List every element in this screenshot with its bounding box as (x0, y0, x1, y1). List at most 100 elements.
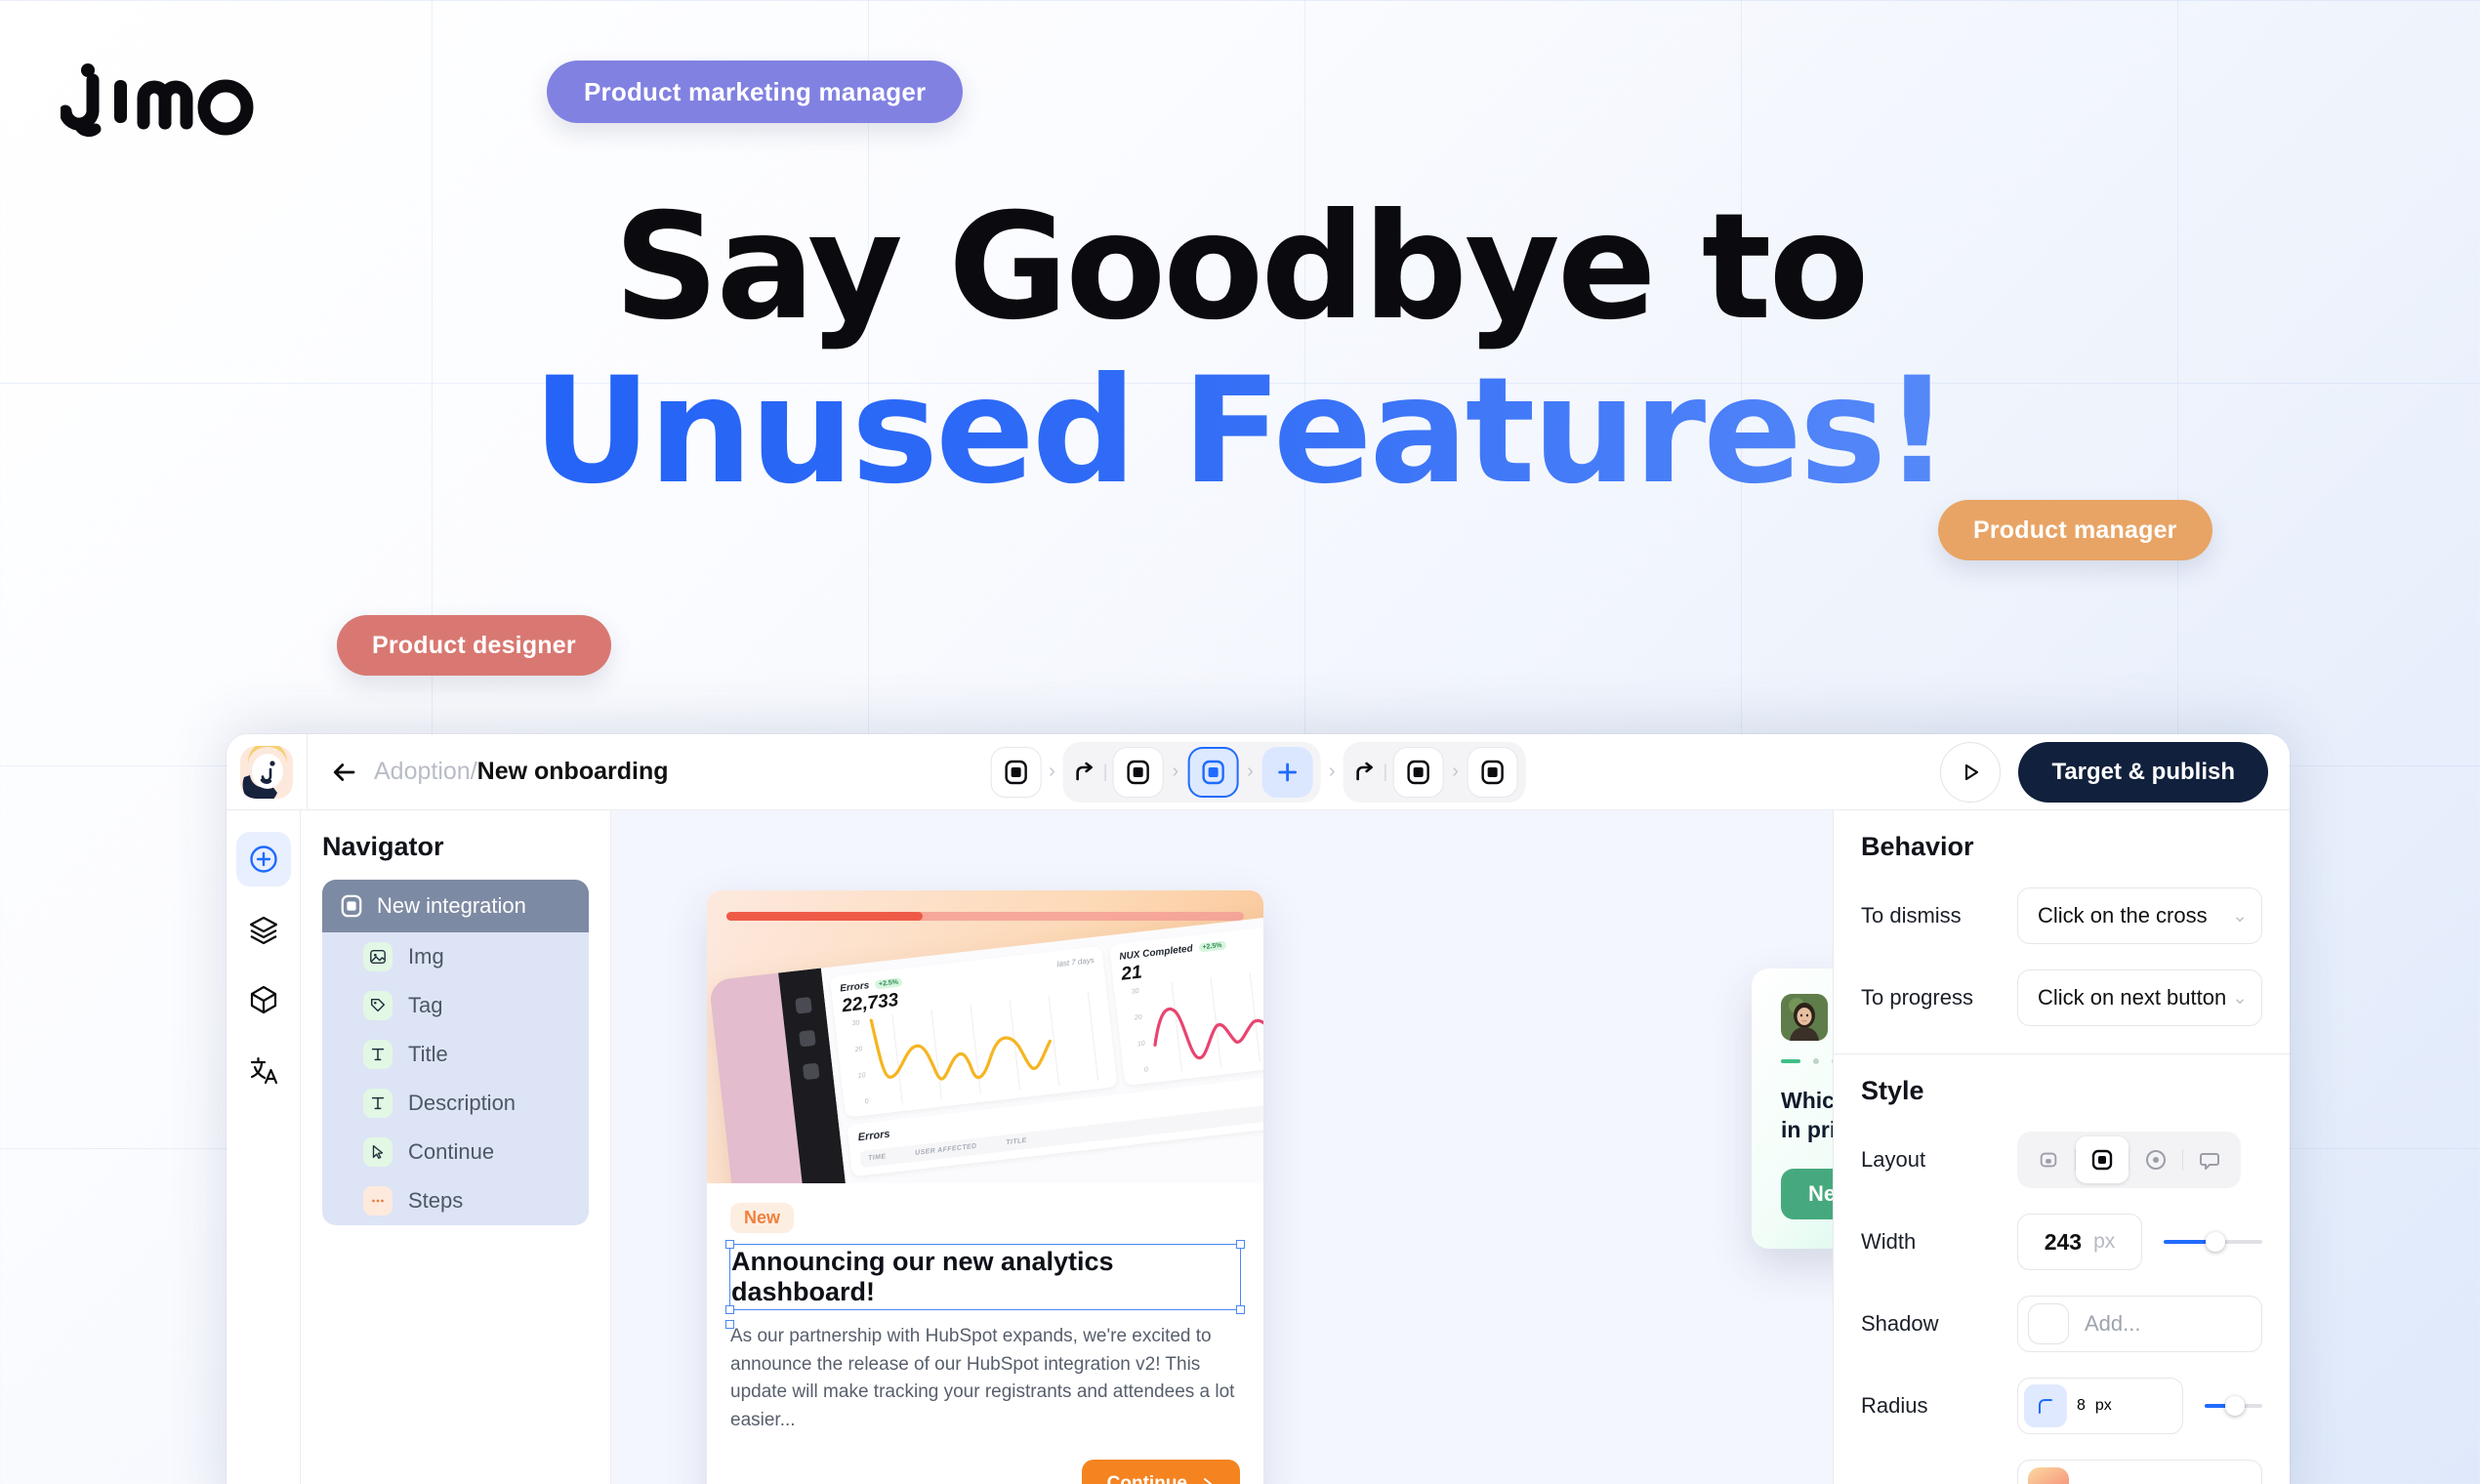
dismiss-select[interactable]: Click on the cross ⌄ (2017, 887, 2262, 944)
step-button-selected[interactable] (1187, 746, 1239, 798)
survey-next-button[interactable]: Next (1781, 1168, 1833, 1219)
resize-handle-bottom-right[interactable] (1236, 1305, 1245, 1314)
width-value: 243 (2044, 1228, 2083, 1255)
y-tick: 10 (857, 1072, 866, 1080)
play-icon (1965, 763, 1979, 780)
persona-badge-product-marketing-manager[interactable]: Product marketing manager (547, 61, 964, 123)
image-icon (363, 942, 393, 971)
editor-canvas: Errors +2.5% last 7 days 22,733 30 20 10… (611, 810, 1833, 1484)
add-step-button[interactable] (1261, 746, 1313, 798)
navigator-item-label: Continue (408, 1139, 495, 1164)
layout-option-tooltip[interactable] (2183, 1136, 2236, 1183)
shadow-label: Shadow (1861, 1311, 1939, 1336)
survey-popup[interactable]: Beth Grant PM @Piedpiepier Which data wo… (1752, 969, 1833, 1249)
rail-button-layers[interactable] (236, 902, 291, 957)
resize-handle-top-right[interactable] (1236, 1240, 1245, 1249)
navigator-item-label: Title (408, 1042, 448, 1066)
navigator-item-steps[interactable]: Steps (322, 1176, 589, 1225)
y-tick: 10 (1137, 1040, 1146, 1049)
step-button-1[interactable] (990, 746, 1042, 798)
modal-icon (1406, 760, 1429, 784)
radius-slider-knob[interactable] (2224, 1396, 2245, 1416)
navigator-item-description[interactable]: Description (322, 1079, 589, 1128)
metric-card-nux: NUX Completed +2.5% last 7 days 21 30 2 (1109, 914, 1263, 1087)
resize-handle-description[interactable] (725, 1320, 734, 1329)
small-modal-icon (2040, 1152, 2057, 1168)
shadow-color-swatch[interactable] (2028, 1303, 2069, 1344)
resize-handle-top-left[interactable] (725, 1240, 734, 1249)
arrow-left-icon[interactable] (329, 758, 358, 787)
layout-segmented-control (2017, 1132, 2241, 1188)
persona-badge-label: Product manager (1973, 515, 2177, 544)
survey-progress-dots (1781, 1058, 1833, 1064)
chevron-right-icon (1204, 1478, 1212, 1484)
progress-select[interactable]: Click on next button ⌄ (2017, 969, 2262, 1026)
width-input[interactable]: 243 px (2017, 1214, 2142, 1270)
preview-modal-card[interactable]: Errors +2.5% last 7 days 22,733 30 20 10… (707, 890, 1263, 1484)
preview-title-selected[interactable]: Announcing our new analytics dashboard! (725, 1240, 1245, 1314)
properties-panel: Behavior To dismiss Click on the cross ⌄… (1833, 810, 2290, 1484)
persona-badge-product-designer[interactable]: Product designer (337, 615, 611, 676)
cursor-icon (363, 1137, 393, 1167)
persona-badge-label: Product marketing manager (584, 76, 927, 106)
app-window: Adoption/New onboarding › | › › › | › Ta… (227, 734, 2290, 1484)
panel-divider (1834, 1053, 2290, 1054)
navigator-item-tag[interactable]: Tag (322, 981, 589, 1030)
breadcrumb-parent[interactable]: Adoption (374, 758, 471, 785)
shadow-placeholder: Add... (2085, 1311, 2141, 1336)
navigator-panel: Navigator New integration Img Tag Title … (301, 810, 611, 1484)
color-swatch[interactable] (2028, 1467, 2069, 1484)
y-tick: 30 (1131, 987, 1140, 996)
text-icon (363, 1089, 393, 1118)
step-button-4[interactable] (1467, 746, 1518, 798)
navigator-item-continue[interactable]: Continue (322, 1128, 589, 1176)
resize-handle-bottom-left[interactable] (725, 1305, 734, 1314)
preview-tag-badge: New (730, 1203, 795, 1233)
tooltip-icon (2200, 1153, 2219, 1170)
color-input[interactable] (2017, 1460, 2262, 1484)
layout-option-large-modal[interactable] (2076, 1136, 2129, 1183)
headline-line-1: Say Goodbye to (613, 183, 1869, 352)
plus-icon (1278, 763, 1298, 781)
preview-continue-button[interactable]: Continue (1081, 1460, 1240, 1484)
modal-icon (341, 894, 362, 918)
radius-slider[interactable] (2205, 1396, 2262, 1416)
tag-icon (363, 991, 393, 1020)
step-divider: | (1383, 762, 1388, 781)
dashboard-main: Errors +2.5% last 7 days 22,733 30 20 10… (820, 903, 1263, 1183)
rail-button-components[interactable] (236, 972, 291, 1027)
hero-headline: Say Goodbye to Unused Features! (0, 186, 2480, 514)
width-slider-knob[interactable] (2205, 1232, 2225, 1252)
rail-button-translate[interactable] (236, 1043, 291, 1097)
cube-icon (250, 985, 276, 1014)
layout-option-dot[interactable] (2129, 1136, 2182, 1183)
survey-question: Which data would like to see in priority… (1781, 1088, 1833, 1143)
step-group-2: | › (1343, 741, 1526, 803)
target-and-publish-button[interactable]: Target & publish (2018, 741, 2268, 803)
breadcrumb[interactable]: Adoption/New onboarding (374, 758, 668, 786)
navigator-item-img[interactable]: Img (322, 932, 589, 981)
rail-button-add[interactable] (235, 832, 291, 886)
style-layout-row: Layout (1861, 1132, 2262, 1188)
navigator-item-title[interactable]: Title (322, 1030, 589, 1079)
layers-icon (249, 916, 277, 945)
width-slider[interactable] (2164, 1232, 2262, 1252)
preview-description[interactable]: As our partnership with HubSpot expands,… (725, 1320, 1240, 1434)
chevron-right-icon: › (1247, 761, 1254, 782)
preview-play-button[interactable] (1940, 741, 2002, 803)
shadow-input[interactable]: Add... (2017, 1296, 2262, 1352)
step-button-3[interactable] (1392, 746, 1444, 798)
metric-delta: +2.5% (1198, 940, 1226, 953)
topbar-divider (307, 734, 308, 810)
layout-option-small-modal[interactable] (2022, 1136, 2075, 1183)
dashboard-mockup: Errors +2.5% last 7 days 22,733 30 20 10… (708, 903, 1263, 1183)
table-header: TITLE (1005, 1136, 1028, 1147)
branch-arrow-icon[interactable] (1351, 759, 1379, 786)
navigator-root-item[interactable]: New integration (322, 880, 589, 932)
step-button-2[interactable] (1112, 746, 1164, 798)
behavior-dismiss-row: To dismiss Click on the cross ⌄ (1861, 887, 2262, 944)
radius-input[interactable]: 8 px (2017, 1378, 2183, 1434)
style-shadow-row: Shadow Add... (1861, 1296, 2262, 1352)
branch-arrow-icon[interactable] (1071, 759, 1098, 786)
navigator-item-label: Img (408, 944, 444, 969)
